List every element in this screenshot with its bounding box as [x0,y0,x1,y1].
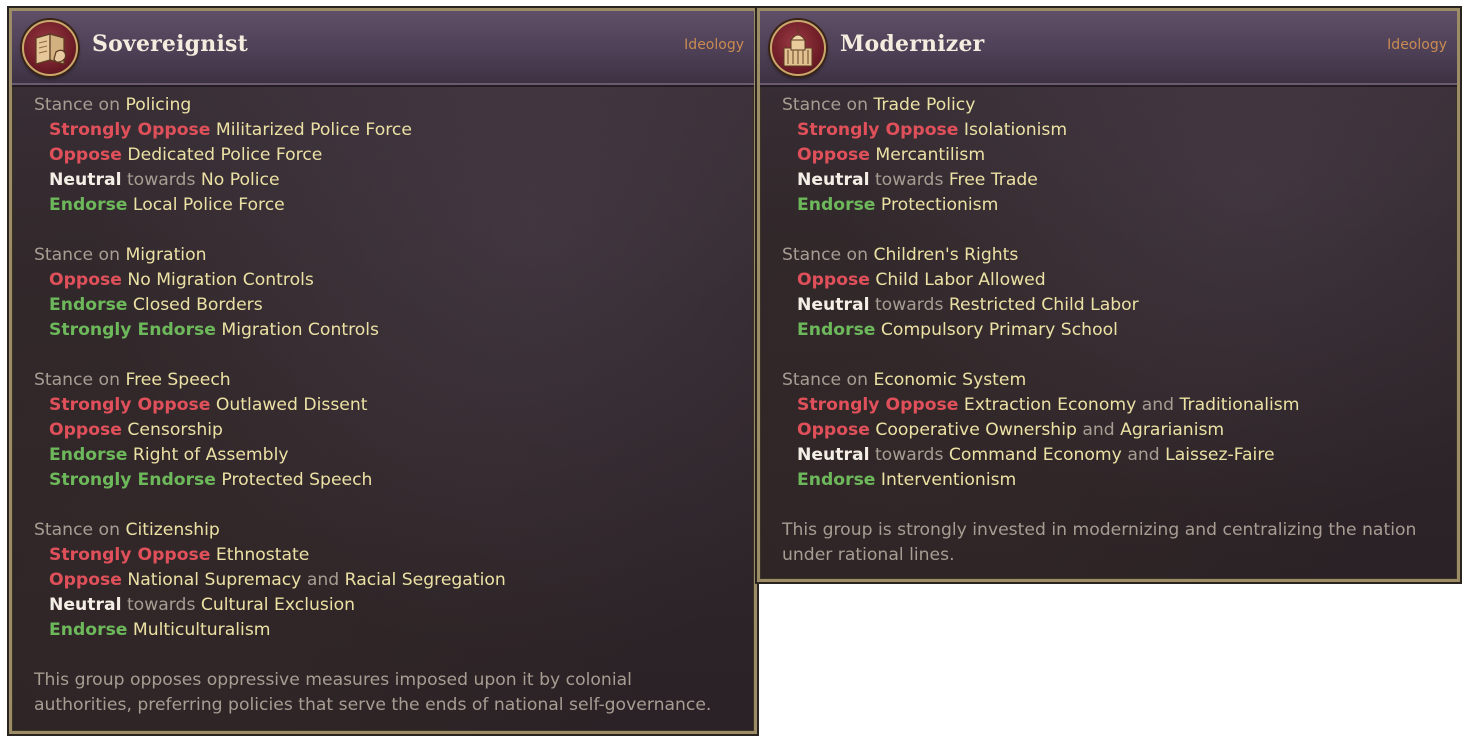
tooltip-header: Sovereignist Ideology [12,11,754,87]
tooltip-header: Modernizer Ideology [760,11,1457,87]
stance-line: Oppose National Supremacy and Racial Seg… [49,570,506,590]
stance-line: Oppose Censorship [49,420,223,440]
stance-list: Stance on Policing Strongly Oppose Milit… [34,93,742,718]
stance-heading: Stance on Economic System [782,370,1027,390]
stance-line: Neutral towards No Police [49,170,280,190]
stance-line: Endorse Local Police Force [49,195,285,215]
stance-heading: Stance on Policing [34,95,192,115]
stance-line: Oppose No Migration Controls [49,270,314,290]
ideology-tag: Ideology [684,37,744,53]
stance-line: Oppose Child Labor Allowed [797,270,1046,290]
ideology-tooltip-modernizer: Modernizer Ideology Stance on Trade Poli… [757,8,1460,582]
ideology-tag: Ideology [1387,37,1447,53]
stance-heading: Stance on Citizenship [34,520,220,540]
stance-line: Neutral towards Cultural Exclusion [49,595,356,615]
stance-line: Endorse Right of Assembly [49,445,289,465]
capitol-building-icon [770,20,826,76]
stance-line: Oppose Dedicated Police Force [49,145,323,165]
ideology-description: This group opposes oppressive measures i… [34,670,712,715]
stance-line: Strongly Oppose Ethnostate [49,545,310,565]
stance-line: Oppose Mercantilism [797,145,986,165]
stance-line: Strongly Oppose Militarized Police Force [49,120,412,140]
stance-line: Neutral towards Command Economy and Lais… [797,445,1275,465]
stance-line: Strongly Endorse Protected Speech [49,470,373,490]
ideology-title: Modernizer [840,31,985,57]
stance-line: Strongly Oppose Isolationism [797,120,1068,140]
stance-line: Endorse Closed Borders [49,295,263,315]
stance-line: Endorse Interventionism [797,470,1017,490]
stance-line: Strongly Oppose Extraction Economy and T… [797,395,1300,415]
stance-line: Endorse Compulsory Primary School [797,320,1118,340]
stance-line: Oppose Cooperative Ownership and Agraria… [797,420,1225,440]
stance-line: Endorse Multiculturalism [49,620,271,640]
stance-line: Strongly Endorse Migration Controls [49,320,380,340]
stance-line: Neutral towards Free Trade [797,170,1038,190]
stance-heading: Stance on Migration [34,245,207,265]
stance-list: Stance on Trade Policy Strongly Oppose I… [782,93,1445,568]
stance-line: Strongly Oppose Outlawed Dissent [49,395,368,415]
ideology-title: Sovereignist [92,31,248,57]
stance-line: Neutral towards Restricted Child Labor [797,295,1139,315]
stance-heading: Stance on Trade Policy [782,95,976,115]
ideology-tooltip-sovereignist: Sovereignist Ideology Stance on Policing… [9,8,757,734]
stance-heading: Stance on Free Speech [34,370,231,390]
stance-heading: Stance on Children's Rights [782,245,1019,265]
book-fist-icon [22,20,78,76]
stance-line: Endorse Protectionism [797,195,999,215]
ideology-description: This group is strongly invested in moder… [782,520,1417,565]
